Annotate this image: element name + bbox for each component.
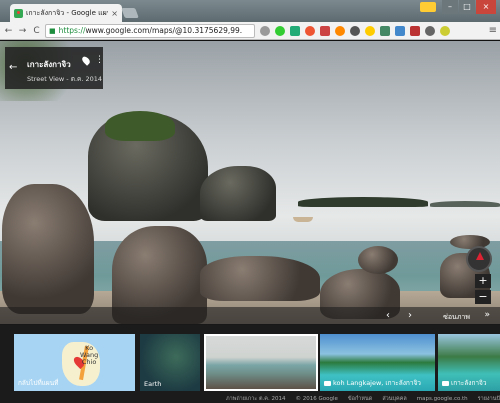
rock-cluster [200,256,320,301]
extension-icon[interactable] [395,25,405,36]
capture-date: Street View - ต.ค. 2014 [27,75,103,83]
compass-icon[interactable] [466,246,492,272]
earth-label: Earth [144,380,162,388]
extension-icon[interactable] [290,25,300,36]
terms-link[interactable]: ข้อกำหนด [348,395,372,403]
place-title: เกาะลังกาจิว [27,60,71,69]
map-label-line: Chio [81,358,97,366]
url-text: https://www.google.com/maps/@10.3175629,… [59,26,243,35]
location-pin-icon[interactable] [80,55,92,66]
back-arrow-icon[interactable]: ← [9,62,17,73]
copyright-text: © 2016 Google [295,395,338,402]
earth-thumbnail[interactable]: Earth [140,334,200,391]
photo-caption-text: koh Langkajew, เกาะลังกาจิว [333,379,421,387]
address-bar[interactable]: ■ https://www.google.com/maps/@10.317562… [45,23,255,38]
extension-icon[interactable] [275,25,285,36]
browser-toolbar: ← → C ■ https://www.google.com/maps/@10.… [0,22,500,40]
expand-icon[interactable]: » [484,310,490,320]
hide-imagery-button[interactable]: ซ่อนภาพ [443,312,470,323]
map-footer: ภาพถ่ายเกาะ ต.ค. 2014 © 2016 Google ข้อก… [0,394,500,403]
extension-icon[interactable] [425,25,435,36]
new-tab-button[interactable] [121,8,139,18]
next-arrow-icon[interactable]: › [408,310,412,321]
photo-thumbnail[interactable]: เกาะลังกาจิว [438,334,500,391]
browser-menu-icon[interactable]: ≡ [489,25,497,36]
lock-icon: ■ [49,26,56,35]
extension-icon[interactable] [350,25,360,36]
photo-caption-text: เกาะลังกาจิว [451,379,487,387]
camera-icon [442,380,449,386]
browser-titlebar: เกาะลังกาจิว - Google แผนที่ × – □ × [0,0,500,22]
rock [358,246,398,274]
privacy-link[interactable]: ส่วนบุคคล [382,395,406,403]
extension-icon[interactable] [260,25,270,36]
site-link[interactable]: maps.google.co.th [417,396,468,402]
photo-thumbnail[interactable]: koh Langkajew, เกาะลังกาจิว [320,334,435,391]
report-problem-link[interactable]: รายงานปัญหา [478,395,500,403]
street-view-info-panel: ← เกาะลังกาจิว ⋮ Street View - ต.ค. 2014 [5,47,104,89]
zoom-out-button[interactable]: − [475,290,491,304]
reload-button[interactable]: C [31,26,42,36]
photo-caption: koh Langkajew, เกาะลังกาจิว [324,378,421,388]
distant-island [430,201,500,207]
more-options-icon[interactable]: ⋮ [95,55,104,65]
imagery-date: ภาพถ่ายเกาะ ต.ค. 2014 [226,395,286,402]
close-window-button[interactable]: × [476,0,496,14]
window-controls: – □ × [442,0,496,14]
url-scheme: https:// [58,26,86,35]
extension-icon[interactable] [320,25,330,36]
tab-title: เกาะลังกาจิว - Google แผนที่ [26,8,109,17]
minimize-button[interactable]: – [442,0,458,14]
url-path: www.google.com/maps/@10.3175629,99. [85,26,243,35]
imagery-filmstrip: Ko Wang Chio กลับไปที่แผนที่ Earth koh L… [0,325,500,403]
browser-tab[interactable]: เกาะลังกาจิว - Google แผนที่ × [10,4,122,22]
extension-icon[interactable] [440,25,450,36]
user-profile-icon[interactable] [420,2,436,12]
filmstrip-controls: ‹ › ซ่อนภาพ » [0,307,500,325]
current-street-view-thumbnail[interactable] [204,334,318,391]
map-place-label: Ko Wang Chio [80,345,98,366]
limestone-islet [200,166,276,221]
zoom-in-button[interactable]: + [475,274,491,288]
longtail-boat [293,217,313,222]
foreground-rock [2,184,94,314]
back-to-map-label: กลับไปที่แผนที่ [18,379,59,387]
islet-vegetation [105,111,175,141]
forward-button[interactable]: → [17,26,28,36]
distant-island [298,197,428,207]
tab-close-icon[interactable]: × [111,9,118,18]
extension-icons [260,25,450,36]
maps-favicon-icon [14,8,23,18]
photo-caption: เกาะลังกาจิว [442,378,487,388]
extension-icon[interactable] [380,25,390,36]
extension-icon[interactable] [305,25,315,36]
camera-icon [324,380,331,386]
back-to-map-thumbnail[interactable]: Ko Wang Chio กลับไปที่แผนที่ [14,334,135,391]
previous-arrow-icon[interactable]: ‹ [386,310,390,321]
extension-icon[interactable] [410,25,420,36]
extension-icon[interactable] [335,25,345,36]
back-button[interactable]: ← [3,26,14,36]
maximize-button[interactable]: □ [459,0,475,14]
star-icon[interactable] [365,25,375,36]
